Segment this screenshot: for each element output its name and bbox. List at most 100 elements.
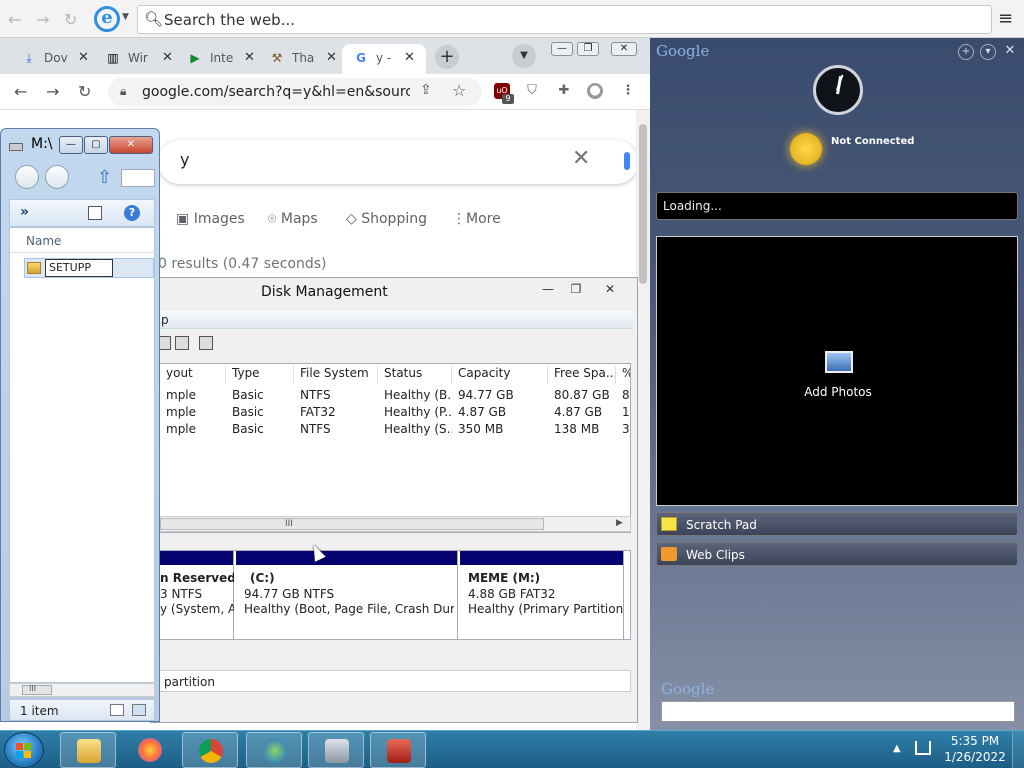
rename-input[interactable]: SETUPP — [45, 259, 113, 277]
minimize-button[interactable]: — — [59, 136, 83, 154]
partition-system-reserved[interactable]: n Reserved 3 NTFS y (System, A — [160, 551, 236, 639]
network-icon[interactable] — [915, 741, 931, 755]
minimize-button[interactable]: — — [551, 42, 573, 56]
table-cell[interactable]: 4.87 GB — [548, 405, 616, 419]
settings-icon[interactable] — [199, 336, 213, 350]
breadcrumb[interactable] — [121, 169, 155, 187]
maximize-button[interactable]: ❐ — [563, 282, 589, 296]
table-cell[interactable]: 138 MB — [548, 422, 616, 436]
sidebar-search-input[interactable] — [661, 701, 1015, 722]
back-icon[interactable]: ← — [8, 10, 21, 29]
menu-help[interactable]: p — [161, 313, 169, 327]
url-text[interactable]: google.com/search?q=y&hl=en&sourcei... — [142, 84, 410, 100]
close-button[interactable]: ✕ — [611, 42, 637, 56]
scroll-right-icon[interactable]: ▶ — [616, 518, 623, 528]
web-clips-gadget[interactable]: Web Clips — [656, 542, 1018, 566]
table-cell[interactable]: 4.87 GB — [452, 405, 548, 419]
omnibox[interactable]: 🔒︎ google.com/search?q=y&hl=en&sourcei..… — [108, 78, 482, 106]
list-item[interactable]: SETUPP — [24, 258, 154, 278]
forward-icon[interactable]: → — [36, 10, 49, 29]
clear-icon[interactable]: ✕ — [572, 146, 590, 171]
close-tab-icon[interactable]: ✕ — [404, 50, 415, 65]
column-capacity[interactable]: Capacity — [452, 366, 548, 384]
table-cell[interactable]: mple — [160, 388, 226, 402]
maximize-button[interactable]: ❐ — [577, 42, 599, 56]
column-name[interactable]: Name — [26, 234, 61, 248]
partition-m-drive[interactable]: MEME (M:) 4.88 GB FAT32 Healthy (Primary… — [458, 551, 624, 639]
tab-more[interactable]: ⋮More — [452, 211, 501, 227]
kebab-menu-icon[interactable]: ⋮ — [620, 83, 636, 99]
large-icons-view-icon[interactable] — [132, 704, 146, 716]
add-photos-label[interactable]: Add Photos — [657, 385, 1019, 399]
tab-google-search[interactable]: G y - ✕ — [342, 44, 426, 74]
partition-c-drive[interactable]: (C:) 94.77 GB NTFS Healthy (Boot, Page F… — [234, 551, 458, 639]
details-view-icon[interactable] — [110, 704, 124, 716]
scroll-thumb[interactable]: III — [160, 518, 544, 530]
chevron-down-icon[interactable]: ▼ — [122, 12, 129, 22]
maximize-button[interactable]: ▢ — [84, 136, 108, 154]
web-search-box[interactable]: 🔍︎ Search the web... — [137, 5, 992, 34]
clock-date[interactable]: 1/26/2022 — [944, 750, 1006, 764]
photos-gadget[interactable]: Add Photos — [656, 236, 1018, 506]
share-icon[interactable]: ⇪ — [420, 82, 432, 98]
back-button[interactable] — [15, 165, 39, 189]
taskbar-media-app[interactable] — [308, 732, 364, 768]
table-cell[interactable]: 8: — [616, 388, 630, 402]
close-tab-icon[interactable]: ✕ — [78, 50, 89, 65]
more-commands-icon[interactable]: » — [20, 204, 29, 220]
close-button[interactable]: ✕ — [597, 282, 623, 296]
tab-shopping[interactable]: ◇ Shopping — [346, 211, 427, 227]
taskbar-toolbox-app[interactable] — [370, 732, 426, 768]
close-tab-icon[interactable]: ✕ — [326, 50, 337, 65]
refresh-icon[interactable]: ↻ — [64, 10, 77, 29]
table-cell[interactable]: NTFS — [294, 388, 378, 402]
forward-button[interactable] — [45, 165, 69, 189]
tab-maps[interactable]: ⌾ Maps — [268, 211, 318, 227]
tab-images[interactable]: ▣ Images — [176, 211, 245, 227]
add-gadget-icon[interactable]: + — [958, 44, 974, 60]
help-icon[interactable]: ? — [124, 205, 140, 221]
title-bar[interactable]: Disk Management — ❐ ✕ — [151, 278, 637, 308]
table-cell[interactable]: Basic — [226, 405, 294, 419]
scroll-thumb[interactable] — [639, 124, 647, 284]
back-icon[interactable]: ← — [14, 82, 27, 101]
page-scrollbar[interactable] — [636, 110, 650, 730]
shield-extension-icon[interactable]: ⛉ — [524, 83, 540, 99]
taskbar-firefox[interactable] — [122, 732, 178, 768]
menu-icon[interactable]: ≡ — [998, 8, 1013, 29]
tab-archive[interactable]: ▥ Wir ✕ — [106, 44, 173, 74]
table-cell[interactable]: 94.77 GB — [452, 388, 548, 402]
ie-logo-icon[interactable]: e — [94, 6, 120, 32]
table-cell[interactable]: Healthy (P... — [378, 405, 452, 419]
horizontal-scrollbar[interactable]: III — [9, 683, 155, 697]
table-cell[interactable]: NTFS — [294, 422, 378, 436]
tab-downloads[interactable]: ⤓ Dov ✕ — [22, 44, 89, 74]
taskbar-chrome[interactable] — [182, 732, 238, 768]
close-tab-icon[interactable]: ✕ — [244, 50, 255, 65]
tab-search-button[interactable]: ▼ — [512, 44, 536, 68]
new-tab-button[interactable]: + — [435, 45, 459, 69]
taskbar-explorer[interactable] — [60, 732, 116, 768]
photo-icon[interactable] — [825, 351, 853, 373]
table-cell[interactable]: Healthy (B... — [378, 388, 452, 402]
column-type[interactable]: Type — [226, 366, 294, 384]
close-tab-icon[interactable]: ✕ — [162, 50, 173, 65]
clock-gadget[interactable] — [813, 65, 863, 115]
sidebar-menu-icon[interactable]: ▾ — [980, 44, 996, 60]
table-cell[interactable]: Basic — [226, 388, 294, 402]
extensions-puzzle-icon[interactable]: ✚ — [556, 83, 572, 99]
minimize-button[interactable]: — — [535, 282, 561, 296]
sidebar-close-icon[interactable]: ✕ — [1002, 44, 1018, 60]
bookmark-star-icon[interactable]: ☆ — [452, 81, 466, 100]
google-search-box[interactable]: y ✕ — [158, 140, 638, 184]
start-button[interactable] — [4, 732, 44, 768]
disk-icon[interactable] — [175, 336, 189, 350]
tab-video[interactable]: ▶ Inte ✕ — [188, 44, 255, 74]
table-cell[interactable]: 1( — [616, 405, 630, 419]
profile-avatar-icon[interactable]: ● — [587, 83, 603, 99]
reload-icon[interactable]: ↻ — [78, 82, 91, 101]
search-query[interactable]: y — [180, 150, 189, 169]
tab-tool[interactable]: ⚒ Tha ✕ — [270, 44, 337, 74]
table-cell[interactable]: Healthy (S... — [378, 422, 452, 436]
tray-expand-icon[interactable]: ▲ — [893, 743, 901, 754]
